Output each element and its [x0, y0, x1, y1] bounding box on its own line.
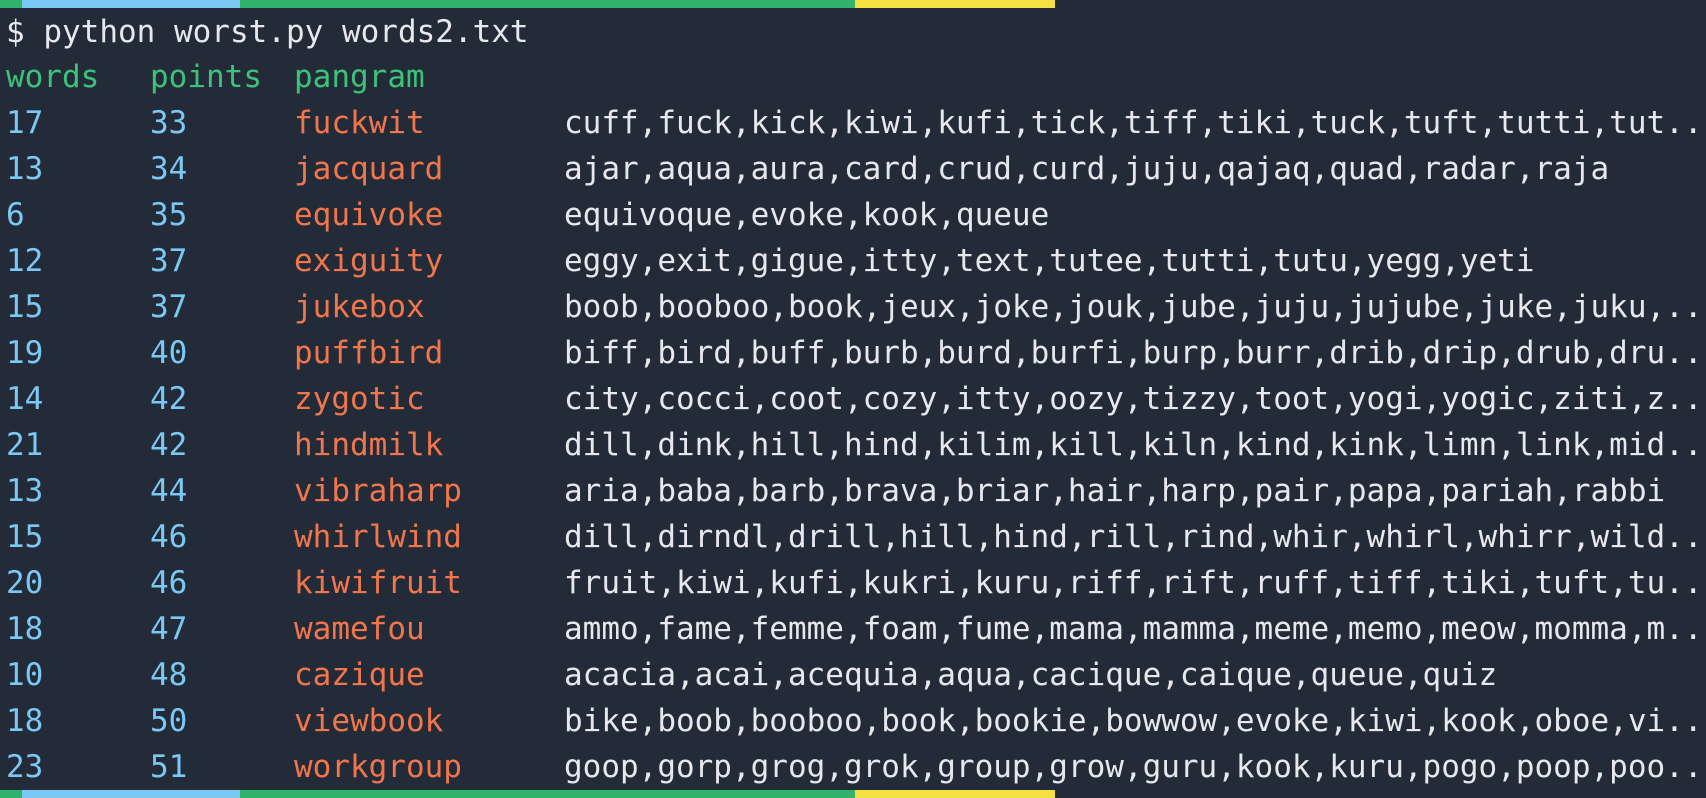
row-points: 47	[150, 611, 188, 647]
table-row: 20 46 kiwifruit fruit,kiwi,kufi,kukri,ku…	[6, 563, 1706, 603]
row-word-list: dill,dirndl,drill,hill,hind,rill,rind,wh…	[564, 519, 1706, 555]
row-word-list: ajar,aqua,aura,card,crud,curd,juju,qajaq…	[564, 151, 1610, 187]
row-words: 10	[6, 657, 44, 693]
command-line: $ python worst.py words2.txt	[6, 12, 529, 52]
table-header: words points pangram	[6, 57, 1706, 97]
table-row: 21 42 hindmilk dill,dink,hill,hind,kilim…	[6, 425, 1706, 465]
row-points: 42	[150, 427, 188, 463]
row-points: 42	[150, 381, 188, 417]
row-words: 20	[6, 565, 44, 601]
prompt-symbol: $	[6, 14, 25, 50]
row-pangram: vibraharp	[294, 473, 462, 509]
row-words: 18	[6, 611, 44, 647]
row-words: 13	[6, 151, 44, 187]
row-word-list: dill,dink,hill,hind,kilim,kill,kiln,kind…	[564, 427, 1706, 463]
row-pangram: puffbird	[294, 335, 444, 371]
header-pangram: pangram	[294, 59, 425, 95]
row-words: 6	[6, 197, 25, 233]
row-points: 50	[150, 703, 188, 739]
status-segment	[240, 0, 855, 8]
table-row: 13 34 jacquard ajar,aqua,aura,card,crud,…	[6, 149, 1706, 189]
row-pangram: jukebox	[294, 289, 425, 325]
row-words: 12	[6, 243, 44, 279]
row-words: 14	[6, 381, 44, 417]
prompt-status-bar-top	[0, 0, 1706, 8]
row-points: 37	[150, 243, 188, 279]
row-pangram: kiwifruit	[294, 565, 462, 601]
row-words: 15	[6, 519, 44, 555]
status-segment	[22, 0, 240, 8]
row-word-list: boob,booboo,book,jeux,joke,jouk,jube,juj…	[564, 289, 1706, 325]
prompt-status-bar-bottom	[0, 790, 1706, 798]
row-points: 37	[150, 289, 188, 325]
row-points: 34	[150, 151, 188, 187]
row-word-list: ammo,fame,femme,foam,fume,mama,mamma,mem…	[564, 611, 1706, 647]
table-row: 19 40 puffbird biff,bird,buff,burb,burd,…	[6, 333, 1706, 373]
row-word-list: aria,baba,barb,brava,briar,hair,harp,pai…	[564, 473, 1666, 509]
table-row: 15 37 jukebox boob,booboo,book,jeux,joke…	[6, 287, 1706, 327]
row-word-list: cuff,fuck,kick,kiwi,kufi,tick,tiff,tiki,…	[564, 105, 1706, 141]
row-words: 18	[6, 703, 44, 739]
row-pangram: zygotic	[294, 381, 425, 417]
status-segment	[855, 0, 1055, 8]
row-word-list: equivoque,evoke,kook,queue	[564, 197, 1050, 233]
status-segment	[22, 790, 240, 798]
row-points: 51	[150, 749, 188, 785]
table-row: 10 48 cazique acacia,acai,acequia,aqua,c…	[6, 655, 1706, 695]
table-row: 14 42 zygotic city,cocci,coot,cozy,itty,…	[6, 379, 1706, 419]
status-segment	[855, 790, 1055, 798]
row-pangram: whirlwind	[294, 519, 462, 555]
command-text: python worst.py words2.txt	[24, 14, 529, 50]
row-words: 13	[6, 473, 44, 509]
table-row: 23 51 workgroup goop,gorp,grog,grok,grou…	[6, 747, 1706, 787]
row-words: 19	[6, 335, 44, 371]
row-pangram: hindmilk	[294, 427, 444, 463]
row-words: 21	[6, 427, 44, 463]
header-words: words	[6, 59, 100, 95]
row-pangram: fuckwit	[294, 105, 425, 141]
row-points: 35	[150, 197, 188, 233]
row-pangram: wamefou	[294, 611, 425, 647]
row-pangram: equivoke	[294, 197, 444, 233]
header-points: points	[150, 59, 262, 95]
row-pangram: workgroup	[294, 749, 462, 785]
table-row: 17 33 fuckwit cuff,fuck,kick,kiwi,kufi,t…	[6, 103, 1706, 143]
row-points: 48	[150, 657, 188, 693]
row-word-list: acacia,acai,acequia,aqua,cacique,caique,…	[564, 657, 1498, 693]
row-points: 46	[150, 565, 188, 601]
row-words: 15	[6, 289, 44, 325]
status-segment	[240, 790, 855, 798]
table-row: 18 47 wamefou ammo,fame,femme,foam,fume,…	[6, 609, 1706, 649]
table-row: 12 37 exiguity eggy,exit,gigue,itty,text…	[6, 241, 1706, 281]
table-row: 6 35 equivoke equivoque,evoke,kook,queue	[6, 195, 1706, 235]
status-segment	[0, 790, 22, 798]
row-word-list: goop,gorp,grog,grok,group,grow,guru,kook…	[564, 749, 1706, 785]
row-pangram: exiguity	[294, 243, 444, 279]
row-points: 33	[150, 105, 188, 141]
row-word-list: bike,boob,booboo,book,bookie,bowwow,evok…	[564, 703, 1706, 739]
row-pangram: jacquard	[294, 151, 444, 187]
table-row: 15 46 whirlwind dill,dirndl,drill,hill,h…	[6, 517, 1706, 557]
row-word-list: city,cocci,coot,cozy,itty,oozy,tizzy,too…	[564, 381, 1706, 417]
row-points: 40	[150, 335, 188, 371]
row-word-list: fruit,kiwi,kufi,kukri,kuru,riff,rift,ruf…	[564, 565, 1706, 601]
row-words: 17	[6, 105, 44, 141]
row-word-list: biff,bird,buff,burb,burd,burfi,burp,burr…	[564, 335, 1706, 371]
table-row: 13 44 vibraharp aria,baba,barb,brava,bri…	[6, 471, 1706, 511]
row-points: 46	[150, 519, 188, 555]
row-points: 44	[150, 473, 188, 509]
status-segment	[0, 0, 22, 8]
row-pangram: viewbook	[294, 703, 444, 739]
row-word-list: eggy,exit,gigue,itty,text,tutee,tutti,tu…	[564, 243, 1535, 279]
row-words: 23	[6, 749, 44, 785]
row-pangram: cazique	[294, 657, 425, 693]
table-row: 18 50 viewbook bike,boob,booboo,book,boo…	[6, 701, 1706, 741]
